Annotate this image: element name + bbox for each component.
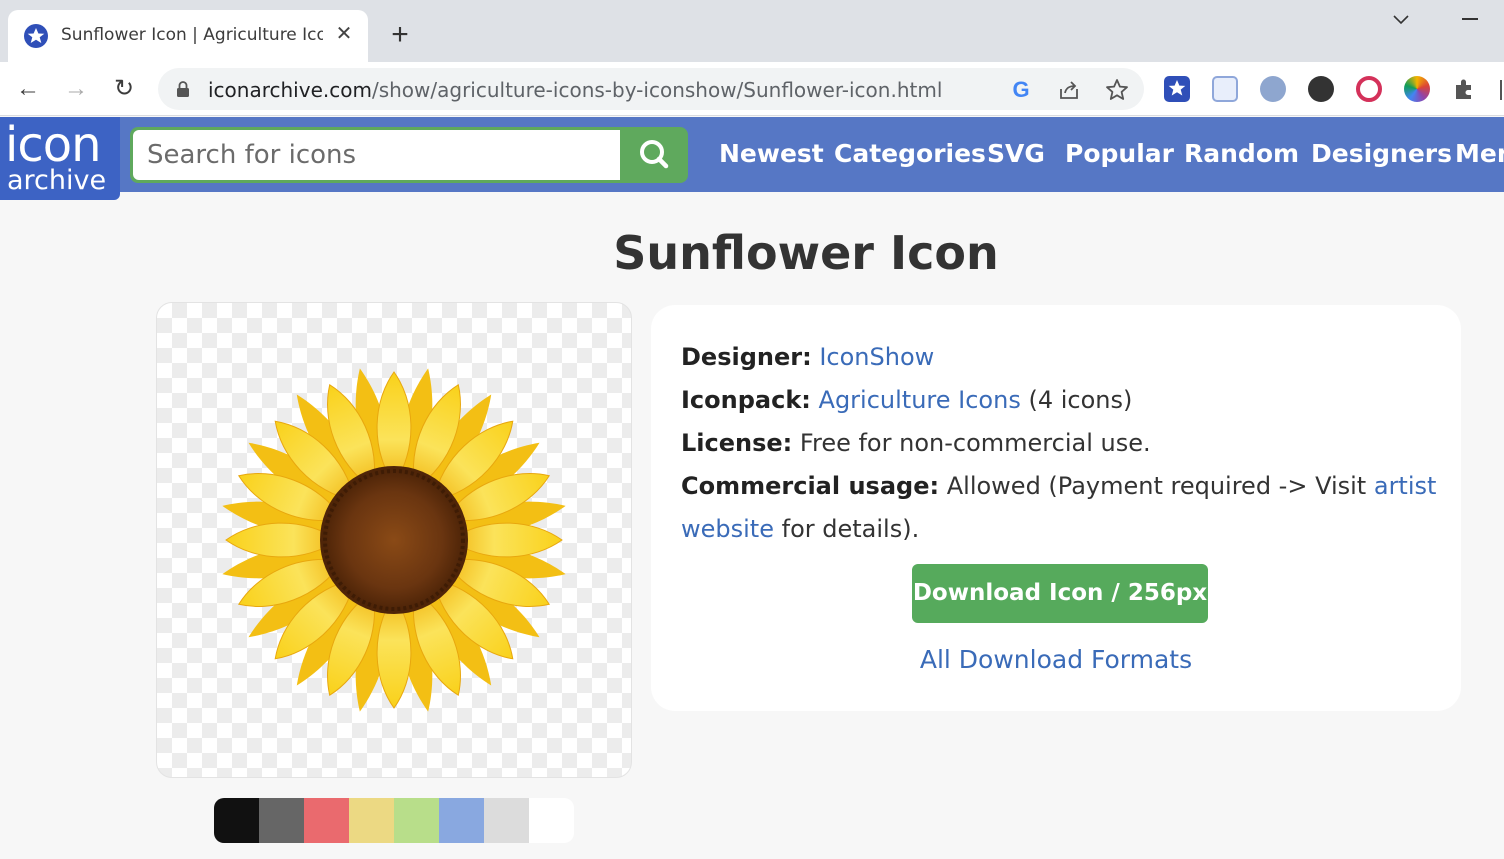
website-link[interactable]: website bbox=[681, 515, 774, 543]
iconpack-row: Iconpack: Agriculture Icons (4 icons) bbox=[681, 386, 1132, 414]
extensions-puzzle-icon[interactable] bbox=[1452, 76, 1478, 102]
address-bar[interactable]: iconarchive.com/show/agriculture-icons-b… bbox=[158, 68, 1144, 110]
all-download-formats-link[interactable]: All Download Formats bbox=[651, 645, 1461, 674]
extension-color-wheel-icon[interactable] bbox=[1404, 76, 1430, 102]
extension-circle-icon[interactable] bbox=[1260, 76, 1286, 102]
swatch-white[interactable] bbox=[529, 798, 574, 843]
license-row: License: Free for non-commercial use. bbox=[681, 429, 1151, 457]
search-icon bbox=[640, 140, 669, 169]
reload-button[interactable]: ↻ bbox=[109, 75, 139, 103]
nav-designers[interactable]: Designers bbox=[1311, 139, 1452, 168]
url-path: /show/agriculture-icons-by-iconshow/Sunf… bbox=[371, 78, 943, 102]
bookmark-star-icon[interactable] bbox=[1104, 77, 1130, 103]
minimize-window-icon[interactable] bbox=[1462, 18, 1478, 20]
nav-categories[interactable]: Categories bbox=[834, 139, 986, 168]
logo-text-icon-word: icon bbox=[5, 117, 102, 173]
extension-star-icon[interactable] bbox=[1164, 76, 1190, 102]
swatch-blue[interactable] bbox=[439, 798, 484, 843]
swatch-yellow[interactable] bbox=[349, 798, 394, 843]
google-translate-icon[interactable]: G bbox=[1008, 77, 1034, 103]
extension-dark-icon[interactable] bbox=[1308, 76, 1334, 102]
forward-button[interactable]: → bbox=[61, 75, 91, 103]
designer-row: Designer: IconShow bbox=[681, 343, 934, 371]
browser-tab-bar: Sunflower Icon | Agriculture Icons ✕ + bbox=[0, 0, 1504, 62]
search-button[interactable] bbox=[620, 127, 688, 183]
commercial-value: Allowed (Payment required -> Visit bbox=[946, 472, 1367, 500]
sunflower-icon bbox=[222, 368, 566, 712]
nav-random[interactable]: Random bbox=[1184, 139, 1299, 168]
swatch-light-gray[interactable] bbox=[484, 798, 529, 843]
logo-text-archive-word: archive bbox=[7, 165, 107, 196]
nav-popular[interactable]: Popular bbox=[1065, 139, 1174, 168]
share-icon[interactable] bbox=[1056, 77, 1082, 103]
page-title: Sunflower Icon bbox=[613, 226, 999, 280]
download-icon-button[interactable]: Download Icon / 256px bbox=[912, 564, 1208, 623]
swatch-gray[interactable] bbox=[259, 798, 304, 843]
lock-icon[interactable] bbox=[176, 80, 190, 98]
swatch-green[interactable] bbox=[394, 798, 439, 843]
swatch-red[interactable] bbox=[304, 798, 349, 843]
new-tab-button[interactable]: + bbox=[385, 20, 415, 50]
browser-tab[interactable]: Sunflower Icon | Agriculture Icons ✕ bbox=[8, 10, 368, 62]
designer-label: Designer: bbox=[681, 343, 812, 371]
commercial-label: Commercial usage: bbox=[681, 472, 940, 500]
tab-search-chevron-icon[interactable] bbox=[1390, 10, 1412, 30]
license-value: Free for non-commercial use. bbox=[799, 429, 1151, 457]
nav-newest[interactable]: Newest bbox=[719, 139, 824, 168]
commercial-row: Commercial usage: Allowed (Payment requi… bbox=[681, 472, 1436, 500]
icon-info-card: Designer: IconShow Iconpack: Agriculture… bbox=[651, 305, 1461, 711]
nav-more[interactable]: Men bbox=[1455, 139, 1504, 168]
search-form bbox=[130, 127, 688, 183]
site-logo[interactable]: icon archive bbox=[0, 117, 120, 200]
extension-red-ring-icon[interactable] bbox=[1356, 76, 1382, 102]
tab-title: Sunflower Icon | Agriculture Icons bbox=[61, 25, 323, 45]
browser-toolbar: ← → ↻ iconarchive.com/show/agriculture-i… bbox=[0, 62, 1504, 116]
artist-link[interactable]: artist bbox=[1374, 472, 1437, 500]
search-input[interactable] bbox=[133, 130, 620, 180]
color-swatches bbox=[214, 798, 574, 843]
url-host: iconarchive.com bbox=[208, 78, 372, 102]
url-text[interactable]: iconarchive.com/show/agriculture-icons-b… bbox=[208, 78, 942, 102]
iconpack-link[interactable]: Agriculture Icons bbox=[819, 386, 1021, 414]
commercial-row-continued: website for details). bbox=[681, 515, 919, 543]
nav-svg[interactable]: SVG bbox=[987, 139, 1045, 168]
toolbar-edge-divider bbox=[1500, 80, 1502, 100]
commercial-details: for details). bbox=[781, 515, 920, 543]
extension-document-icon[interactable] bbox=[1212, 76, 1238, 102]
tab-close-icon[interactable]: ✕ bbox=[333, 23, 355, 45]
license-label: License: bbox=[681, 429, 793, 457]
designer-link[interactable]: IconShow bbox=[819, 343, 934, 371]
iconpack-count: (4 icons) bbox=[1028, 386, 1133, 414]
back-button[interactable]: ← bbox=[13, 75, 43, 103]
site-favicon-icon bbox=[24, 24, 48, 48]
swatch-black[interactable] bbox=[214, 798, 259, 843]
iconpack-label: Iconpack: bbox=[681, 386, 811, 414]
icon-preview bbox=[156, 302, 632, 778]
